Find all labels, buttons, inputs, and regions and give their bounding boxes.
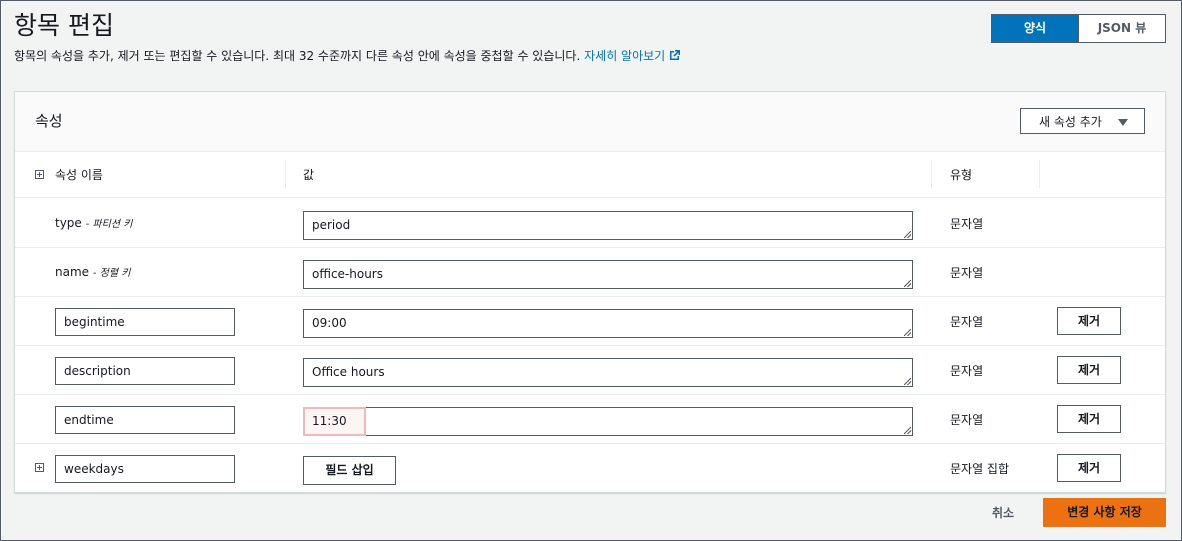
key-note: - 파티션 키: [85, 219, 133, 230]
page-title: 항목 편집: [14, 11, 114, 40]
remove-button[interactable]: 제거: [1057, 405, 1121, 433]
attribute-name-field[interactable]: begintime: [55, 308, 235, 336]
resize-handle-icon[interactable]: [904, 378, 911, 385]
expand-row-icon[interactable]: [35, 463, 44, 472]
panel-title: 속성: [35, 112, 63, 130]
add-attribute-button[interactable]: 새 속성 추가: [1020, 108, 1145, 134]
page-description: 항목의 속성을 추가, 제거 또는 편집할 수 있습니다. 최대 32 수준까지…: [14, 47, 681, 64]
add-attribute-label: 새 속성 추가: [1039, 115, 1102, 129]
table-row: weekdays 필드 삽입 문자열 집합 제거: [15, 443, 1165, 492]
attribute-type: 문자열: [950, 315, 984, 329]
attribute-type: 문자열: [950, 413, 984, 427]
column-divider: [285, 160, 286, 188]
json-view-button[interactable]: JSON 뷰: [1078, 15, 1165, 42]
save-changes-button[interactable]: 변경 사항 저장: [1043, 498, 1166, 527]
column-header-type: 유형: [950, 168, 973, 182]
table-header: 속성 이름 값 유형: [15, 152, 1165, 198]
form-view-button[interactable]: 양식: [992, 15, 1078, 42]
resize-handle-icon[interactable]: [904, 280, 911, 287]
key-note: - 정렬 키: [92, 268, 131, 279]
column-divider: [1039, 160, 1040, 188]
value-field[interactable]: Office hours: [303, 358, 913, 387]
remove-button[interactable]: 제거: [1057, 307, 1121, 335]
value-field[interactable]: period: [303, 211, 913, 240]
expand-all-icon[interactable]: [35, 170, 44, 179]
cancel-button[interactable]: 취소: [992, 504, 1014, 521]
resize-handle-icon[interactable]: [904, 231, 911, 238]
learn-more-link[interactable]: 자세히 알아보기: [584, 49, 681, 63]
view-toggle: 양식 JSON 뷰: [991, 14, 1166, 43]
table-row: name - 정렬 키 office-hours 문자열: [15, 247, 1165, 297]
attribute-name-field[interactable]: weekdays: [55, 455, 235, 483]
attribute-type: 문자열: [950, 217, 984, 231]
value-field[interactable]: office-hours: [303, 260, 913, 289]
table-row: type - 파티션 키 period 문자열: [15, 198, 1165, 248]
column-header-name: 속성 이름: [55, 168, 103, 182]
value-field[interactable]: 11:30: [303, 407, 913, 436]
column-divider: [931, 160, 932, 188]
attributes-panel: 속성 새 속성 추가 속성 이름 값 유형 type - 파티션 키 perio…: [14, 91, 1166, 493]
description-text: 항목의 속성을 추가, 제거 또는 편집할 수 있습니다. 최대 32 수준까지…: [14, 49, 581, 63]
caret-down-icon: [1118, 119, 1128, 126]
attribute-type: 문자열: [950, 364, 984, 378]
table-row: description Office hours 문자열 제거: [15, 345, 1165, 395]
resize-handle-icon[interactable]: [904, 427, 911, 434]
attribute-type: 문자열 집합: [950, 462, 1010, 476]
table-row: begintime 09:00 문자열 제거: [15, 296, 1165, 346]
insert-field-button[interactable]: 필드 삽입: [303, 456, 396, 485]
value-field[interactable]: 09:00: [303, 309, 913, 338]
attribute-type: 문자열: [950, 266, 984, 280]
attribute-name-field[interactable]: description: [55, 357, 235, 385]
panel-header: 속성 새 속성 추가: [15, 92, 1165, 152]
resize-handle-icon[interactable]: [904, 329, 911, 336]
external-link-icon: [670, 50, 681, 60]
remove-button[interactable]: 제거: [1057, 454, 1121, 482]
attribute-name: type - 파티션 키: [55, 216, 133, 230]
attribute-name-field[interactable]: endtime: [55, 406, 235, 434]
table-row: endtime 11:30 문자열 제거: [15, 394, 1165, 444]
column-header-value: 값: [303, 168, 315, 182]
attribute-name: name - 정렬 키: [55, 265, 131, 279]
remove-button[interactable]: 제거: [1057, 356, 1121, 384]
